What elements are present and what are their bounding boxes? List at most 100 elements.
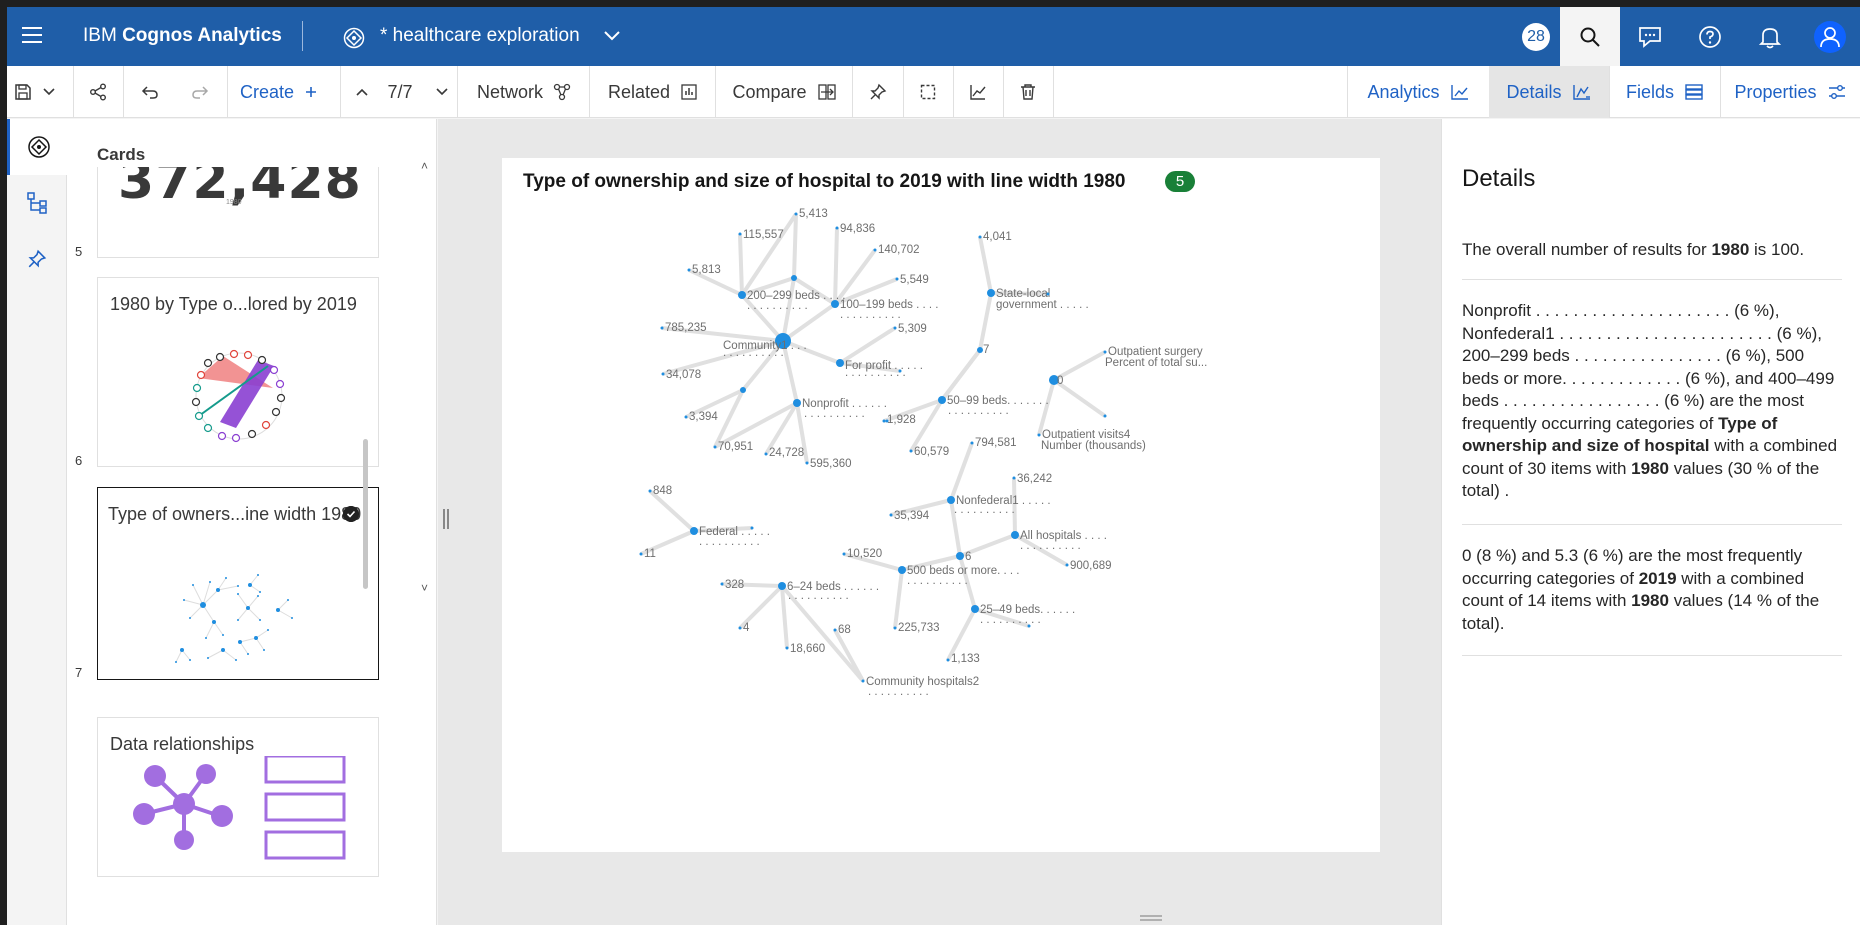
network-node[interactable] <box>895 277 899 281</box>
card-7[interactable]: Type of owners...ine width 1980 <box>97 487 379 680</box>
network-node[interactable] <box>738 291 746 299</box>
network-node[interactable] <box>738 232 742 236</box>
rail-cards-button[interactable] <box>7 119 67 175</box>
network-node[interactable] <box>661 372 665 376</box>
network-node[interactable] <box>750 526 754 530</box>
network-node-label: 24,728 <box>769 447 804 459</box>
network-node[interactable] <box>713 445 717 449</box>
trash-icon <box>1021 84 1035 100</box>
network-node[interactable] <box>648 489 652 493</box>
select-region-button[interactable] <box>903 66 953 118</box>
network-node[interactable] <box>831 300 839 308</box>
network-node[interactable] <box>1012 476 1016 480</box>
related-button[interactable]: Related <box>591 66 715 118</box>
network-node[interactable] <box>785 646 789 650</box>
card-5[interactable]: 372,428 1980 <box>97 167 379 258</box>
analytics-tab[interactable]: Analytics <box>1348 66 1489 118</box>
details-tab[interactable]: Details <box>1489 66 1609 118</box>
network-node[interactable] <box>764 452 768 456</box>
network-node[interactable] <box>836 359 844 367</box>
network-node[interactable] <box>1065 563 1069 567</box>
chat-button[interactable] <box>1620 7 1680 66</box>
pin-button[interactable] <box>853 66 903 118</box>
network-node[interactable] <box>1103 414 1107 418</box>
delete-button[interactable] <box>1003 66 1053 118</box>
redo-button[interactable] <box>175 66 225 118</box>
compare-button[interactable]: Compare <box>717 66 852 118</box>
network-node[interactable] <box>740 387 746 393</box>
network-node[interactable] <box>1046 292 1050 296</box>
network-node[interactable] <box>909 449 913 453</box>
network-node[interactable] <box>898 566 906 574</box>
undo-button[interactable] <box>125 66 175 118</box>
network-node[interactable] <box>970 441 974 445</box>
network-node[interactable] <box>861 679 865 683</box>
scroll-down-arrow[interactable]: ˅ <box>421 581 428 595</box>
network-node[interactable] <box>893 326 897 330</box>
network-node[interactable] <box>687 268 691 272</box>
fields-tab[interactable]: Fields <box>1610 66 1720 118</box>
notifications-count-button[interactable]: 28 <box>1506 7 1566 66</box>
network-node[interactable] <box>805 461 809 465</box>
workspace-title[interactable]: * healthcare exploration <box>380 25 580 47</box>
network-node[interactable] <box>835 226 839 230</box>
network-node[interactable] <box>778 582 786 590</box>
network-node-label: 6 <box>965 551 971 563</box>
create-button[interactable]: Create <box>229 66 329 118</box>
search-button[interactable] <box>1560 7 1620 66</box>
network-node[interactable] <box>794 212 798 216</box>
rail-pins-button[interactable] <box>7 231 67 287</box>
network-node[interactable] <box>978 235 982 239</box>
network-node-label: 848 <box>653 485 672 497</box>
previous-card-button[interactable] <box>347 66 377 118</box>
network-node[interactable] <box>938 396 946 404</box>
cards-scrollbar[interactable] <box>363 439 368 589</box>
network-node[interactable] <box>720 582 724 586</box>
bottom-resize-handle[interactable] <box>1140 915 1162 921</box>
network-button[interactable]: Network <box>459 66 589 118</box>
network-node[interactable] <box>660 326 664 330</box>
label-leader-dots: . . . . . . . . . . <box>868 686 929 698</box>
network-node[interactable] <box>684 415 688 419</box>
network-node[interactable] <box>882 419 886 423</box>
network-node[interactable] <box>842 552 846 556</box>
properties-tab[interactable]: Properties <box>1721 66 1860 118</box>
trend-button[interactable] <box>953 66 1003 118</box>
network-node[interactable] <box>885 419 889 423</box>
network-node[interactable] <box>956 552 964 560</box>
rail-relationships-button[interactable] <box>7 175 67 231</box>
network-node[interactable] <box>1011 531 1019 539</box>
network-node[interactable] <box>889 513 893 517</box>
card-data-relationships[interactable]: Data relationships <box>97 717 379 877</box>
network-node[interactable] <box>793 399 801 407</box>
divider <box>340 66 341 118</box>
network-node[interactable] <box>791 275 797 281</box>
network-node[interactable] <box>690 527 698 535</box>
network-node[interactable] <box>971 605 979 613</box>
network-node[interactable] <box>946 658 950 662</box>
card-6[interactable]: 1980 by Type o...lored by 2019 <box>97 277 379 467</box>
next-card-button[interactable] <box>425 66 459 118</box>
share-icon <box>90 83 106 101</box>
network-node[interactable] <box>893 626 897 630</box>
save-button[interactable] <box>11 66 59 118</box>
notifications-button[interactable] <box>1740 7 1800 66</box>
share-button[interactable] <box>73 66 123 118</box>
network-node[interactable] <box>947 496 955 504</box>
scroll-up-arrow[interactable]: ˄ <box>421 159 428 173</box>
hamburger-menu-icon[interactable] <box>22 27 42 45</box>
chevron-down-icon[interactable] <box>603 29 621 43</box>
network-node[interactable] <box>833 628 837 632</box>
cards-panel: Cards 372,428 1980 5 1980 by Type o...lo… <box>67 119 437 925</box>
network-node[interactable] <box>738 626 742 630</box>
panel-resize-handle[interactable] <box>443 509 449 529</box>
network-node[interactable] <box>1037 433 1041 437</box>
network-node[interactable] <box>1103 350 1107 354</box>
network-node[interactable] <box>639 552 643 556</box>
help-button[interactable] <box>1680 7 1740 66</box>
network-node[interactable] <box>873 248 877 252</box>
network-chart[interactable]: Community1 . . .200–299 beds . . . .100–… <box>502 158 1380 852</box>
user-profile-button[interactable] <box>1800 7 1860 66</box>
network-edge <box>738 233 744 296</box>
network-node[interactable] <box>987 289 995 297</box>
